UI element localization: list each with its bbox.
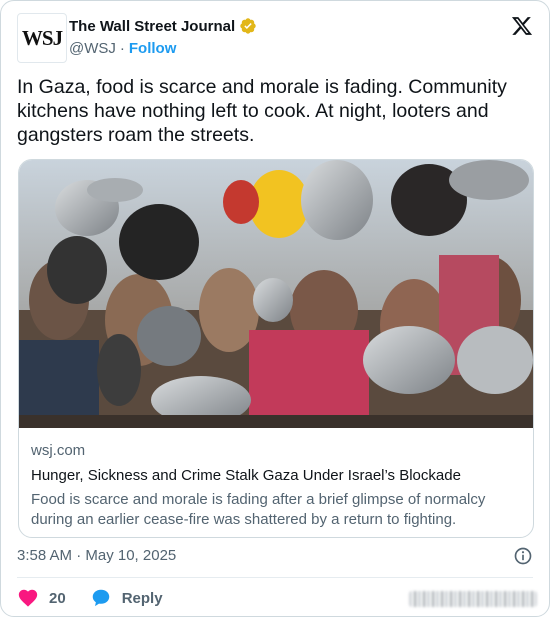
tweet-header: WSJ The Wall Street Journal @WSJ · Follo… bbox=[17, 13, 535, 63]
like-count: 20 bbox=[49, 589, 66, 607]
verified-badge-icon bbox=[240, 18, 256, 34]
like-button[interactable]: 20 bbox=[17, 587, 66, 609]
separator-dot: · bbox=[119, 40, 125, 57]
account-name[interactable]: The Wall Street Journal bbox=[69, 18, 235, 35]
link-meta: wsj.com Hunger, Sickness and Crime Stalk… bbox=[31, 442, 521, 530]
heart-icon bbox=[18, 589, 38, 607]
divider bbox=[17, 577, 533, 578]
tweet-card: WSJ The Wall Street Journal @WSJ · Follo… bbox=[0, 0, 550, 617]
link-preview-card[interactable]: wsj.com Hunger, Sickness and Crime Stalk… bbox=[18, 159, 534, 538]
reply-bubble-icon bbox=[92, 589, 109, 607]
link-domain: wsj.com bbox=[31, 442, 86, 459]
avatar[interactable]: WSJ bbox=[17, 13, 67, 63]
tweet-timestamp[interactable]: 3:58 AM · May 10, 2025 bbox=[17, 547, 176, 564]
reply-label: Reply bbox=[121, 589, 163, 607]
handle-row: @WSJ · Follow bbox=[69, 40, 176, 57]
account-handle[interactable]: @WSJ bbox=[69, 40, 116, 57]
name-row: The Wall Street Journal bbox=[69, 17, 257, 35]
tweet-actions: 20 Reply bbox=[17, 587, 163, 609]
tweet-text: In Gaza, food is scarce and morale is fa… bbox=[17, 76, 507, 146]
link-headline[interactable]: Hunger, Sickness and Crime Stalk Gaza Un… bbox=[31, 467, 521, 484]
x-logo-icon[interactable] bbox=[511, 15, 533, 37]
article-photo[interactable] bbox=[19, 160, 533, 428]
copy-link-button[interactable] bbox=[409, 591, 537, 607]
info-icon[interactable] bbox=[513, 546, 533, 566]
reply-button[interactable]: Reply bbox=[90, 587, 163, 609]
follow-button[interactable]: Follow bbox=[129, 40, 177, 57]
link-description: Food is scarce and morale is fading afte… bbox=[31, 491, 486, 528]
